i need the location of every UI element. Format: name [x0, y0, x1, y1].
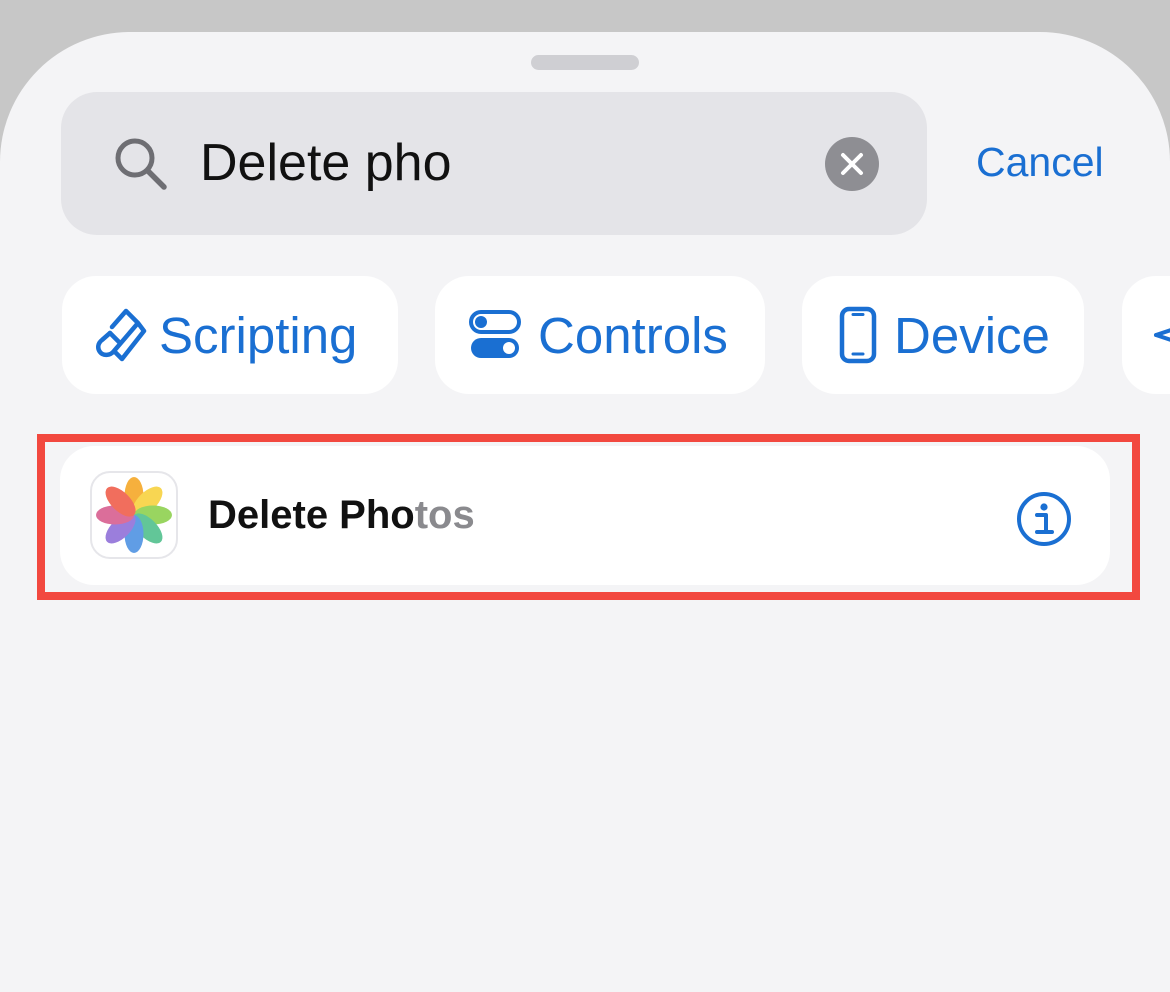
result-title: Delete Photos: [208, 490, 475, 540]
category-chip-label: Controls: [538, 307, 728, 364]
result-title-completion: tos: [414, 493, 475, 537]
action-search-sheet: Cancel Scripting Controls Device: [0, 32, 1170, 992]
photos-app-icon: [90, 471, 178, 559]
cancel-button[interactable]: Cancel: [976, 136, 1104, 188]
category-chip-partial[interactable]: [1122, 276, 1170, 394]
result-title-match: Delete Pho: [208, 493, 415, 537]
search-input[interactable]: [200, 130, 800, 196]
clear-x-icon: [841, 153, 863, 175]
category-chip-label: Scripting: [159, 307, 358, 364]
category-chip-controls[interactable]: Controls: [435, 276, 765, 394]
sheet-grabber[interactable]: [531, 55, 639, 70]
scripting-icon: [96, 308, 147, 362]
category-chip-device[interactable]: Device: [802, 276, 1084, 394]
result-row-delete-photos[interactable]: Delete Photos: [60, 446, 1110, 585]
toggle-controls-icon: [469, 310, 521, 358]
search-bar[interactable]: [61, 92, 927, 235]
category-chip-label: Device: [894, 307, 1050, 364]
phone-device-icon: [839, 306, 877, 364]
clear-search-button[interactable]: [825, 137, 879, 191]
partial-chip-icon: [1154, 328, 1170, 342]
category-chip-scripting[interactable]: Scripting: [62, 276, 398, 394]
search-icon: [115, 138, 167, 190]
info-icon[interactable]: [1015, 490, 1073, 548]
